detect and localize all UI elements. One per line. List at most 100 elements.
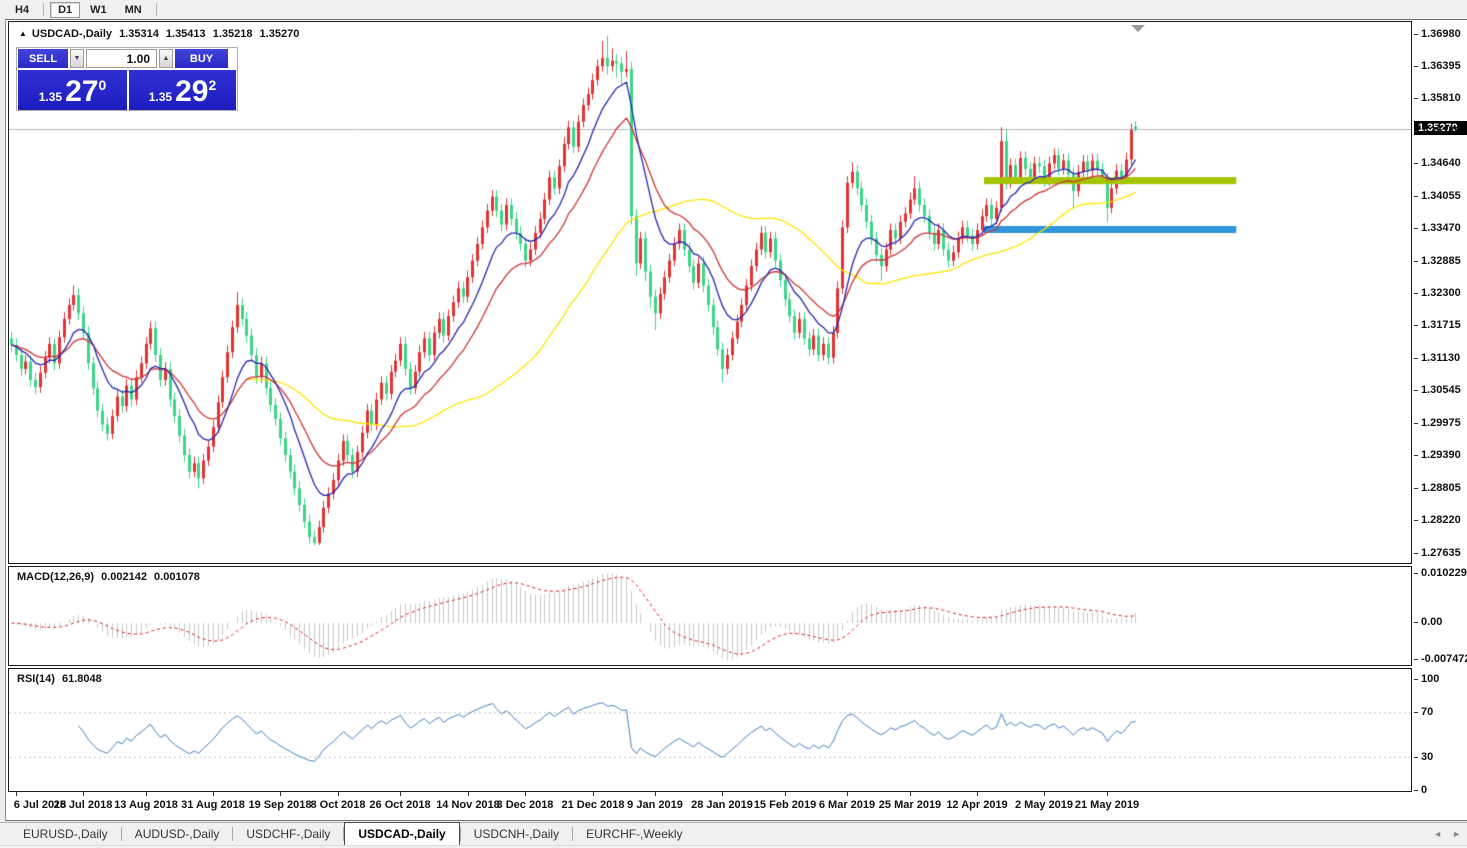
volume-input[interactable]	[86, 49, 157, 68]
date-tick	[847, 792, 848, 796]
date-tick	[722, 792, 723, 796]
macd-tick-dash	[1414, 659, 1418, 660]
price-tick-label: 1.31715	[1414, 319, 1461, 332]
sell-price-point: 0	[98, 77, 106, 93]
date-tick	[977, 792, 978, 796]
chevron-down-icon: ▼	[74, 55, 81, 62]
rsi-canvas[interactable]	[9, 669, 1411, 791]
price-tick-label: 1.35270	[1414, 125, 1461, 138]
timeframe-button-mn[interactable]: MN	[117, 2, 150, 18]
price-tick-dash	[1414, 98, 1418, 99]
price-tick-dash	[1414, 261, 1418, 262]
date-tick	[146, 792, 147, 796]
rsi-tick-dash	[1414, 790, 1418, 791]
price-tick-label: 1.29390	[1414, 449, 1461, 462]
timeframe-toolbar: H4 D1W1MN	[0, 0, 1467, 19]
date-tick	[16, 792, 17, 796]
rsi-tick-dash	[1414, 679, 1418, 680]
price-tick-dash	[1414, 358, 1418, 359]
price-tick-dash	[1414, 163, 1418, 164]
macd-label: MACD(12,26,9) 0.002142 0.001078	[17, 571, 204, 583]
rsi-tick-label: 100	[1414, 673, 1439, 686]
chart-tab-usdchf-daily[interactable]: USDCHF-,Daily	[233, 824, 343, 845]
price-tick-dash	[1414, 390, 1418, 391]
chevron-up-icon: ▲	[163, 55, 170, 62]
price-tick-label: 1.34640	[1414, 157, 1461, 170]
chart-title: ▲USDCAD-,Daily 1.35314 1.35413 1.35218 1…	[19, 28, 303, 40]
price-tick-dash	[1414, 455, 1418, 456]
rsi-indicator-pane[interactable]: RSI(14) 61.8048	[8, 668, 1412, 792]
chart-symbol: USDCAD-,Daily	[32, 28, 112, 40]
chart-tab-audusd-daily[interactable]: AUDUSD-,Daily	[122, 824, 233, 845]
macd-signal-value: 0.001078	[154, 571, 200, 583]
tab-scroll-right-icon[interactable]: ►	[1452, 829, 1461, 840]
buy-button[interactable]: BUY	[175, 49, 228, 68]
price-tick-label: 1.34055	[1414, 190, 1461, 203]
macd-canvas[interactable]	[9, 567, 1411, 665]
price-tick-label: 1.30545	[1414, 384, 1461, 397]
macd-tick-dash	[1414, 622, 1418, 623]
macd-name: MACD(12,26,9)	[17, 571, 94, 583]
rsi-tick-label: 0	[1414, 784, 1427, 797]
timeframe-button-d1[interactable]: D1	[50, 2, 80, 18]
date-tick	[525, 792, 526, 796]
macd-tick-label: -0.007472	[1414, 653, 1467, 666]
main-chart-pane[interactable]: ▲USDCAD-,Daily 1.35314 1.35413 1.35218 1…	[8, 21, 1412, 564]
buy-price-prefix: 1.35	[149, 90, 172, 104]
macd-indicator-pane[interactable]: MACD(12,26,9) 0.002142 0.001078	[8, 566, 1412, 666]
ohlc-open: 1.35314	[119, 28, 159, 40]
tab-scroll-left-icon[interactable]: ◄	[1433, 829, 1442, 840]
date-tick-label: 25 Mar 2019	[872, 799, 948, 811]
date-tick	[655, 792, 656, 796]
rsi-tick-dash	[1414, 757, 1418, 758]
date-tick-label: 21 May 2019	[1069, 799, 1145, 811]
date-tick	[213, 792, 214, 796]
macd-tick-dash	[1414, 573, 1418, 574]
chart-shift-marker-icon[interactable]	[1131, 25, 1145, 32]
date-tick-label: 9 Jan 2019	[617, 799, 693, 811]
sell-price-pips: 27	[65, 77, 98, 107]
toolbar-separator	[156, 3, 157, 16]
mt4-terminal: H4 D1W1MN ▲USDCAD-,Daily 1.35314 1.35413 …	[0, 0, 1467, 848]
price-tick-label: 1.32300	[1414, 287, 1461, 300]
price-tick-dash	[1414, 553, 1418, 554]
date-tick	[1044, 792, 1045, 796]
ohlc-high: 1.35413	[166, 28, 206, 40]
date-tick	[280, 792, 281, 796]
price-tick-label: 1.31130	[1414, 352, 1460, 365]
price-tick-label: 1.36395	[1414, 60, 1461, 73]
date-tick	[338, 792, 339, 796]
price-axis[interactable]: 1.35270 1.369801.363951.358101.352701.34…	[1414, 20, 1467, 792]
timeframe-button-w1[interactable]: W1	[82, 2, 115, 18]
sell-button[interactable]: SELL	[18, 49, 68, 68]
sell-price-prefix: 1.35	[39, 90, 62, 104]
volume-decrease-button[interactable]: ▼	[70, 49, 84, 68]
sell-price-display[interactable]: 1.35 27 0	[18, 70, 127, 110]
chart-tab-usdcnh-daily[interactable]: USDCNH-,Daily	[461, 824, 572, 845]
date-tick	[910, 792, 911, 796]
price-tick-label: 1.28805	[1414, 482, 1461, 495]
date-tick-label: 31 Aug 2018	[175, 799, 251, 811]
rsi-name: RSI(14)	[17, 673, 55, 685]
volume-increase-button[interactable]: ▲	[159, 49, 173, 68]
rsi-tick-dash	[1414, 712, 1418, 713]
price-tick-dash	[1414, 325, 1418, 326]
date-tick-label: 12 Apr 2019	[939, 799, 1015, 811]
chart-tab-usdcad-daily[interactable]: USDCAD-,Daily	[344, 822, 459, 845]
chart-tab-eurchf-weekly[interactable]: EURCHF-,Weekly	[573, 824, 695, 845]
price-tick-dash	[1414, 131, 1418, 132]
buy-price-point: 2	[208, 77, 216, 93]
buy-price-display[interactable]: 1.35 29 2	[129, 70, 236, 110]
date-tick	[1107, 792, 1108, 796]
timeframe-button-h4[interactable]: H4	[7, 2, 37, 18]
macd-main-value: 0.002142	[101, 571, 147, 583]
date-axis[interactable]: 6 Jul 201825 Jul 201813 Aug 201831 Aug 2…	[8, 792, 1412, 820]
price-tick-label: 1.36980	[1414, 28, 1461, 41]
rsi-label: RSI(14) 61.8048	[17, 673, 106, 685]
rsi-tick-label: 70	[1414, 706, 1433, 719]
chart-tab-eurusd-daily[interactable]: EURUSD-,Daily	[10, 824, 121, 845]
chart-window: ▲USDCAD-,Daily 1.35314 1.35413 1.35218 1…	[6, 19, 1467, 821]
date-tick	[400, 792, 401, 796]
price-tick-dash	[1414, 293, 1418, 294]
macd-tick-label: 0.010229	[1414, 567, 1467, 580]
